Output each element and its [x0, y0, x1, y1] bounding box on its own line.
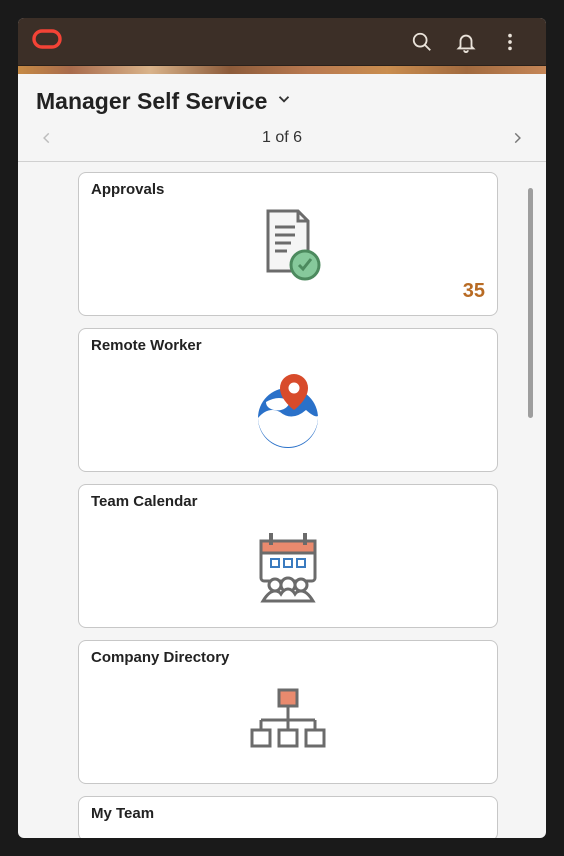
calendar-people-icon — [91, 516, 485, 615]
tile-approvals[interactable]: Approvals 35 — [78, 172, 498, 316]
tile-container: Approvals 35 Remote Worke — [18, 162, 546, 838]
app-header — [18, 18, 546, 66]
pager-prev-button[interactable] — [40, 128, 54, 153]
search-icon[interactable] — [400, 20, 444, 64]
pager-label: 1 of 6 — [262, 129, 302, 147]
tile-badge: 35 — [91, 280, 485, 303]
brand-banner — [18, 66, 546, 74]
org-chart-icon — [91, 672, 485, 771]
chevron-down-icon — [275, 90, 293, 113]
tile-title: My Team — [91, 805, 485, 822]
oracle-logo-icon[interactable] — [32, 29, 62, 54]
page-title: Manager Self Service — [36, 88, 267, 115]
tile-title: Remote Worker — [91, 337, 485, 354]
tile-title: Team Calendar — [91, 493, 485, 510]
document-check-icon — [91, 204, 485, 284]
notifications-icon[interactable] — [444, 20, 488, 64]
tile-my-team[interactable]: My Team — [78, 796, 498, 838]
page-pager: 1 of 6 — [18, 125, 546, 162]
tile-title: Approvals — [91, 181, 485, 198]
pager-next-button[interactable] — [510, 128, 524, 153]
tile-team-calendar[interactable]: Team Calendar — [78, 484, 498, 628]
tile-remote-worker[interactable]: Remote Worker — [78, 328, 498, 472]
tile-company-directory[interactable]: Company Directory — [78, 640, 498, 784]
more-menu-icon[interactable] — [488, 20, 532, 64]
globe-pin-icon — [91, 360, 485, 459]
homepage-selector[interactable]: Manager Self Service — [18, 74, 546, 125]
tile-title: Company Directory — [91, 649, 485, 666]
